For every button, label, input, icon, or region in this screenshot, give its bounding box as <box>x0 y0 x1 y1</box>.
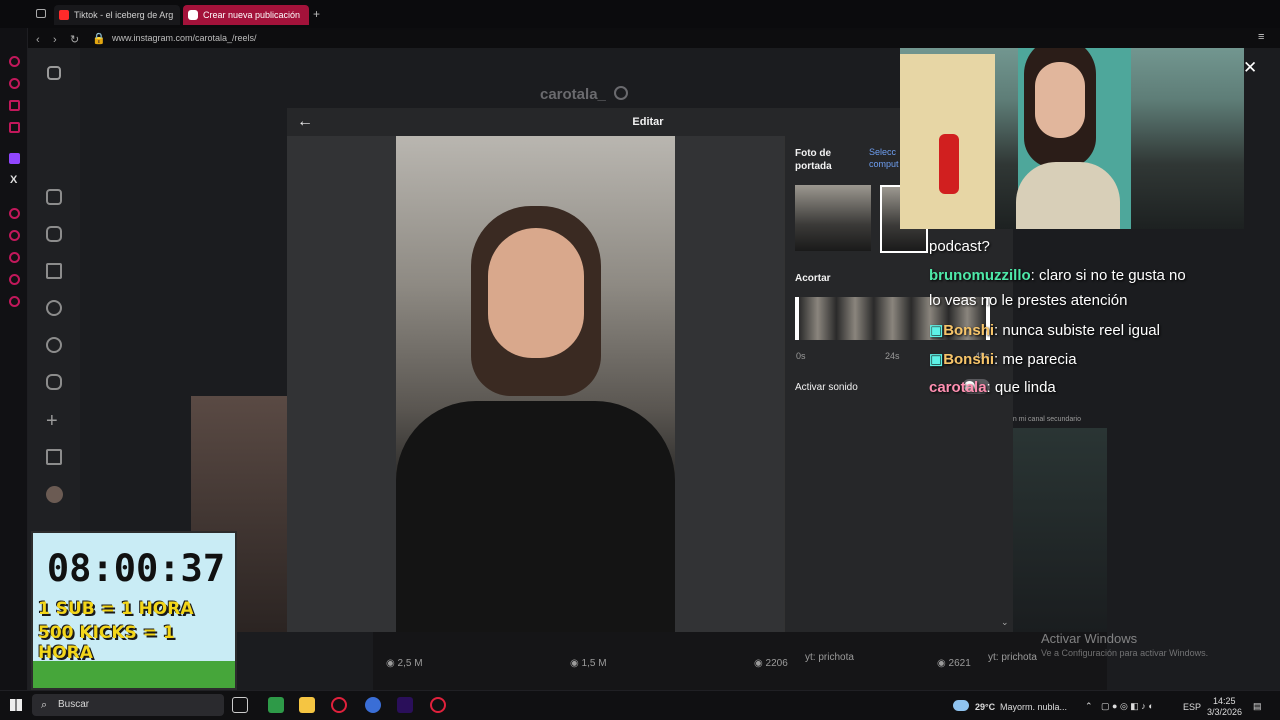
menu-icon[interactable]: ≡ <box>1258 31 1264 43</box>
chat-message: carotala: que linda <box>929 379 1056 396</box>
tab-list-icon[interactable] <box>36 9 46 18</box>
timer-countdown: 08:00:37 <box>46 547 226 590</box>
file-explorer-icon[interactable] <box>299 697 315 713</box>
sidebar-icon[interactable] <box>9 230 20 241</box>
app-icon[interactable] <box>365 697 381 713</box>
lock-icon: 🔒 <box>92 33 106 45</box>
search-icon[interactable] <box>46 300 62 316</box>
person-shirt <box>396 401 675 632</box>
windows-activation-title: Activar Windows <box>1041 631 1138 646</box>
select-from-computer-link[interactable]: Selecc <box>869 147 896 157</box>
tray-icons[interactable]: ▢ ● ◎ ◧ ♪ ◐ <box>1101 701 1154 712</box>
opera-taskbar-icon[interactable] <box>331 697 347 713</box>
chat-message: lo veas no le prestes atención <box>929 292 1128 309</box>
windows-activation-subtitle: Ve a Configuración para activar Windows. <box>1041 648 1209 658</box>
weather-temp: 29°C <box>975 702 996 712</box>
back-arrow-icon[interactable]: ← <box>297 113 313 131</box>
x-icon[interactable]: X <box>10 174 17 186</box>
view-count: ◉ 1,5 M <box>570 658 607 669</box>
person-face <box>488 228 584 358</box>
trim-label: Acortar <box>795 273 831 284</box>
search-icon: ⌕ <box>41 699 48 711</box>
timer-rule: 1 SUB = 1 HORA <box>38 599 194 619</box>
view-count: ◉ 2621 <box>937 658 971 669</box>
chat-message: podcast? <box>929 238 990 255</box>
sound-label: Activar sonido <box>795 382 858 393</box>
sidebar-icon[interactable] <box>9 252 20 263</box>
sidebar-icon[interactable] <box>9 208 20 219</box>
sidebar-icon[interactable] <box>9 274 20 285</box>
app-icon[interactable] <box>268 697 284 713</box>
cover-label: Foto de portada <box>795 148 832 172</box>
video-preview[interactable] <box>396 136 675 632</box>
sidebar-icon[interactable] <box>9 100 20 111</box>
task-view-icon[interactable] <box>232 697 248 713</box>
home-icon[interactable] <box>46 189 62 205</box>
premiere-icon[interactable] <box>397 697 413 713</box>
view-count: ◉ 2206 <box>754 658 788 669</box>
youtube-icon <box>59 10 69 20</box>
view-count: ◉ 2,5 M <box>386 658 423 669</box>
reel-caption: yt: prichota <box>988 652 1037 663</box>
chat-message: ▣Bonshi: nunca subiste reel igual <box>929 322 1160 339</box>
back-icon[interactable]: ‹ <box>36 30 40 50</box>
avatar[interactable] <box>46 486 63 503</box>
cover-thumbnail[interactable] <box>795 185 833 251</box>
forward-icon[interactable]: › <box>53 30 57 50</box>
windows-start-icon[interactable] <box>10 699 22 711</box>
url-field[interactable]: www.instagram.com/carotala_/reels/ <box>112 28 257 48</box>
taskbar-search[interactable]: ⌕ Buscar <box>32 694 224 716</box>
messages-icon[interactable] <box>46 263 62 279</box>
cover-thumbnail[interactable] <box>833 185 871 251</box>
sidebar-icon[interactable] <box>9 122 20 133</box>
sidebar-icon[interactable] <box>9 78 20 89</box>
tab-create-post[interactable]: Crear nueva publicación <box>183 5 309 25</box>
badge-icon: ▣ <box>929 351 944 368</box>
chat-message: ▣Bonshi: me parecia <box>929 351 1077 368</box>
timer-rule: 500 KICKS = 1 HORA <box>38 623 175 663</box>
badge-icon: ▣ <box>929 322 944 339</box>
dashboard-icon[interactable] <box>46 449 62 465</box>
weather-desc: Mayorm. nubla... <box>1000 702 1068 712</box>
reload-icon[interactable]: ↻ <box>70 30 79 50</box>
address-bar: ‹ › ↻ 🔒 www.instagram.com/carotala_/reel… <box>28 28 1280 48</box>
trim-tick: 24s <box>885 351 900 361</box>
instagram-icon <box>188 10 198 20</box>
new-tab-icon[interactable]: + <box>313 7 320 21</box>
webcam-bottle <box>939 134 959 194</box>
close-icon[interactable]: ✕ <box>1243 58 1257 78</box>
pixel-grass <box>33 661 235 688</box>
explore-icon[interactable] <box>46 337 62 353</box>
weather-icon[interactable] <box>953 700 969 711</box>
select-from-computer-link[interactable]: comput <box>869 159 899 169</box>
reels-icon[interactable] <box>46 226 62 242</box>
language-indicator[interactable]: ESP <box>1183 702 1201 712</box>
create-icon[interactable]: + <box>46 410 58 433</box>
heart-icon[interactable] <box>46 374 62 390</box>
instagram-logo-icon[interactable] <box>47 66 61 80</box>
notification-icon[interactable]: ▤ <box>1253 701 1262 712</box>
subathon-timer: 08:00:37 1 SUB = 1 HORA 500 KICKS = 1 HO… <box>31 531 237 690</box>
clock-date[interactable]: 3/3/2026 <box>1207 707 1242 717</box>
reel-caption: yt: prichota <box>805 652 854 663</box>
trim-tick: 0s <box>796 351 806 361</box>
profile-username: carotala_ <box>540 86 606 103</box>
reel-caption: en mi canal secundario <box>1009 416 1081 423</box>
sidebar-icon[interactable] <box>9 56 20 67</box>
chevron-down-icon[interactable]: ⌄ <box>1001 617 1009 628</box>
webcam-person-face <box>1035 62 1085 138</box>
sidebar-icon[interactable] <box>9 296 20 307</box>
twitch-icon[interactable] <box>9 153 20 164</box>
clock-time[interactable]: 14:25 <box>1213 696 1236 706</box>
app-icon[interactable] <box>430 697 446 713</box>
tray-chevron-icon[interactable]: ⌃ <box>1085 701 1093 712</box>
settings-icon[interactable] <box>614 86 628 100</box>
tab-tiktok[interactable]: Tiktok - el iceberg de Arg <box>54 5 180 25</box>
chat-message: brunomuzzillo: claro si no te gusta no <box>929 267 1186 284</box>
webcam-person-top <box>1016 162 1120 229</box>
reel-thumbnail[interactable] <box>1009 428 1107 632</box>
dialog-title: Editar <box>632 116 664 128</box>
